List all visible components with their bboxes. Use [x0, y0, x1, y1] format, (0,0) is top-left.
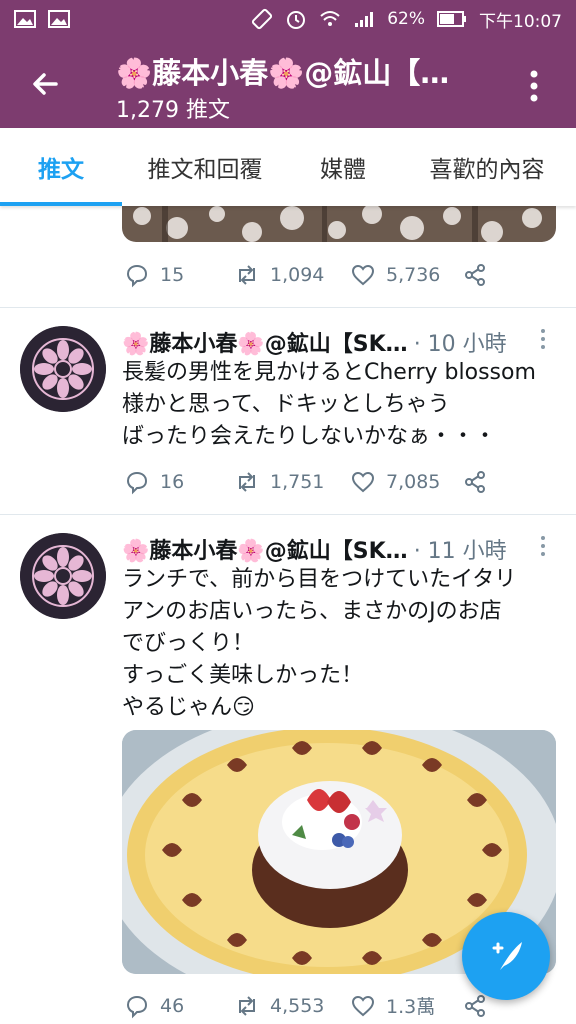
retweet-icon: [239, 265, 255, 285]
retweet-action[interactable]: 4,553: [234, 993, 350, 1019]
avatar[interactable]: [20, 533, 106, 619]
image-icon: [48, 10, 70, 28]
tab-likes[interactable]: 喜歡的內容: [398, 128, 576, 206]
avatar[interactable]: [20, 326, 106, 412]
share-action[interactable]: [462, 469, 488, 495]
compose-tweet-button[interactable]: [462, 912, 550, 1000]
like-action[interactable]: 5,736: [350, 262, 462, 288]
more-options-icon[interactable]: [524, 68, 544, 104]
image-icon: [14, 10, 36, 28]
tab-tweets-and-replies[interactable]: 推文和回覆: [122, 128, 288, 206]
tweet-header: 🌸藤本小春🌸@鉱山【SK… · 11 小時: [122, 533, 507, 565]
divider: [0, 514, 576, 515]
profile-header: 🌸藤本小春🌸@鉱山【… 1,279 推文: [0, 38, 576, 128]
tweet-header: 🌸藤本小春🌸@鉱山【SK… · 10 小時: [122, 326, 507, 358]
heart-icon: [351, 264, 375, 286]
clock: 下午10:07: [479, 11, 562, 32]
tweet-menu-icon[interactable]: [538, 535, 548, 557]
reply-icon: [126, 995, 148, 1018]
retweet-icon: [239, 472, 255, 492]
share-icon: [465, 994, 485, 1017]
tweet-text: ランチで、前から目をつけていたイタリ アンのお店いったら、まさかのJのお店 でび…: [122, 567, 517, 720]
reply-icon: [126, 471, 148, 495]
rotate-icon: [252, 8, 273, 30]
share-action[interactable]: [462, 262, 488, 288]
battery-icon: [437, 11, 466, 27]
tweet-feed[interactable]: 15 1,094 5,736 🌸藤本小春🌸@鉱山【SK… · 10 小時 長髪の…: [0, 206, 576, 1024]
retweet-icon: [239, 995, 255, 1016]
share-action[interactable]: [462, 993, 488, 1019]
tweet-image[interactable]: [122, 206, 556, 242]
tweet-menu-icon[interactable]: [538, 328, 548, 350]
display-name[interactable]: 🌸藤本小春🌸@鉱山【SK…: [122, 326, 408, 358]
display-name[interactable]: 🌸藤本小春🌸@鉱山【SK…: [122, 533, 408, 565]
tweet-text: 長髪の男性を見かけるとCherry blossom 様かと思って、ドキッとしちゃ…: [122, 360, 536, 449]
wifi-icon: [320, 11, 340, 26]
signal-icon: [355, 12, 374, 27]
alarm-icon: [287, 11, 306, 29]
timestamp: · 11 小時: [413, 539, 507, 564]
profile-tabs: 推文 推文和回覆 媒體 喜歡的內容: [0, 128, 576, 206]
tweet-actions: 46 4,553 1.3萬: [124, 992, 488, 1019]
share-icon: [465, 471, 485, 493]
battery-percent: 62%: [387, 9, 425, 29]
compose-feather-icon: [492, 942, 522, 970]
timestamp: · 10 小時: [413, 332, 507, 357]
tweet-count: 1,279 推文: [116, 98, 230, 123]
heart-icon: [351, 471, 375, 493]
reply-action[interactable]: 16: [124, 469, 234, 495]
tweet-actions: 15 1,094 5,736: [124, 262, 488, 288]
heart-icon: [351, 995, 375, 1016]
reply-action[interactable]: 15: [124, 262, 234, 288]
retweet-action[interactable]: 1,751: [234, 469, 350, 495]
status-bar: 62% 下午10:07: [0, 0, 576, 38]
divider: [0, 307, 576, 308]
tab-tweets[interactable]: 推文: [0, 128, 122, 206]
reply-action[interactable]: 46: [124, 993, 234, 1019]
reply-icon: [126, 264, 148, 288]
share-icon: [465, 264, 485, 286]
retweet-action[interactable]: 1,094: [234, 262, 350, 288]
back-arrow-icon[interactable]: [26, 64, 66, 104]
profile-title: 🌸藤本小春🌸@鉱山【…: [116, 56, 450, 90]
like-action[interactable]: 1.3萬: [350, 992, 462, 1019]
like-action[interactable]: 7,085: [350, 469, 462, 495]
tweet-actions: 16 1,751 7,085: [124, 469, 488, 495]
tab-media[interactable]: 媒體: [288, 128, 398, 206]
